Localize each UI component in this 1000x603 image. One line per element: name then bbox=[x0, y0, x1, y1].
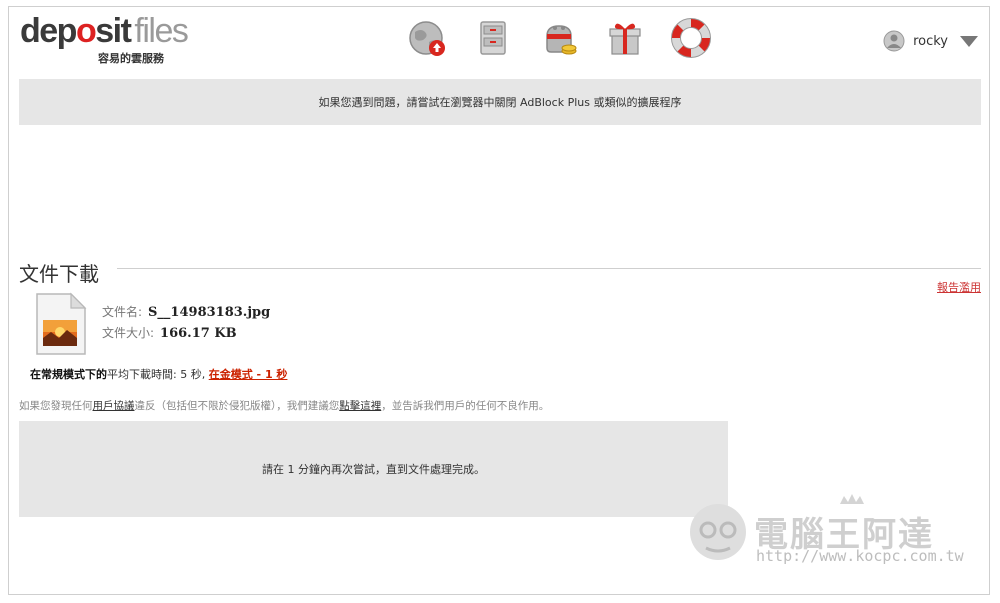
user-menu[interactable]: rocky bbox=[883, 30, 978, 52]
logo-wordmark: deposit files bbox=[20, 12, 189, 50]
click-here-link[interactable]: 點擊這裡 bbox=[339, 400, 381, 412]
user-agreement-link[interactable]: 用戶協議 bbox=[93, 400, 135, 412]
normal-time-value: 5 秒, bbox=[180, 368, 206, 381]
filesize-row: 文件大小: 166.17 KB bbox=[102, 323, 270, 344]
chevron-down-icon[interactable] bbox=[960, 35, 978, 47]
download-time-info: 在常規模式下的平均下載時間: 5 秒, 在金模式 - 1 秒 bbox=[30, 366, 287, 382]
avg-time-label: 平均下載時間: bbox=[107, 368, 177, 381]
file-cabinet-icon[interactable] bbox=[473, 18, 513, 58]
image-file-icon bbox=[36, 292, 87, 355]
filesize-value: 166.17 KB bbox=[160, 326, 237, 341]
main-nav bbox=[407, 18, 711, 58]
logo-text-o: o bbox=[75, 12, 97, 50]
report-abuse-link[interactable]: 報告濫用 bbox=[937, 279, 981, 295]
terms-middle: 違反（包括但不限於侵犯版權），我們建議您 bbox=[134, 400, 340, 412]
logo-text-sit: sit bbox=[95, 12, 132, 50]
retry-wait-box: 請在 1 分鐘內再次嘗試，直到文件處理完成。 bbox=[19, 421, 728, 517]
filesize-label: 文件大小: bbox=[102, 326, 155, 340]
logo-tagline: 容易的雲服務 bbox=[98, 52, 164, 65]
logo-text-files: files bbox=[134, 12, 188, 50]
file-details: 文件名: S__14983183.jpg 文件大小: 166.17 KB bbox=[102, 302, 270, 344]
terms-notice: 如果您發現任何用戶協議違反（包括但不限於侵犯版權），我們建議您點擊這裡，並告訴我… bbox=[19, 398, 549, 413]
terms-suffix: ，並告訴我們用戶的任何不良作用。 bbox=[381, 400, 550, 412]
filename-row: 文件名: S__14983183.jpg bbox=[102, 302, 270, 323]
user-avatar-icon bbox=[883, 30, 905, 52]
watermark-url: http://www.kocpc.com.tw bbox=[756, 547, 964, 565]
filename-label: 文件名: bbox=[102, 305, 143, 319]
site-logo[interactable]: deposit files 容易的雲服務 bbox=[20, 12, 189, 66]
username: rocky bbox=[913, 33, 948, 49]
title-divider bbox=[117, 268, 981, 269]
filename-value: S__14983183.jpg bbox=[148, 305, 271, 320]
retry-wait-text: 請在 1 分鐘內再次嘗試，直到文件處理完成。 bbox=[262, 463, 485, 476]
normal-mode-label: 在常規模式下的 bbox=[30, 368, 107, 381]
adblock-notice-banner: 如果您遇到問題，請嘗試在瀏覽器中關閉 AdBlock Plus 或類似的擴展程序 bbox=[19, 79, 981, 125]
logo-text-dep: dep bbox=[20, 12, 77, 50]
lifebuoy-icon[interactable] bbox=[671, 18, 711, 58]
adblock-notice-text: 如果您遇到問題，請嘗試在瀏覽器中關閉 AdBlock Plus 或類似的擴展程序 bbox=[318, 96, 682, 109]
gold-purse-icon[interactable] bbox=[539, 18, 579, 58]
terms-prefix: 如果您發現任何 bbox=[19, 400, 93, 412]
gold-mode-link[interactable]: 在金模式 - 1 秒 bbox=[209, 368, 288, 381]
upload-globe-icon[interactable] bbox=[407, 18, 447, 58]
page-title: 文件下載 bbox=[19, 262, 99, 286]
gift-box-icon[interactable] bbox=[605, 18, 645, 58]
